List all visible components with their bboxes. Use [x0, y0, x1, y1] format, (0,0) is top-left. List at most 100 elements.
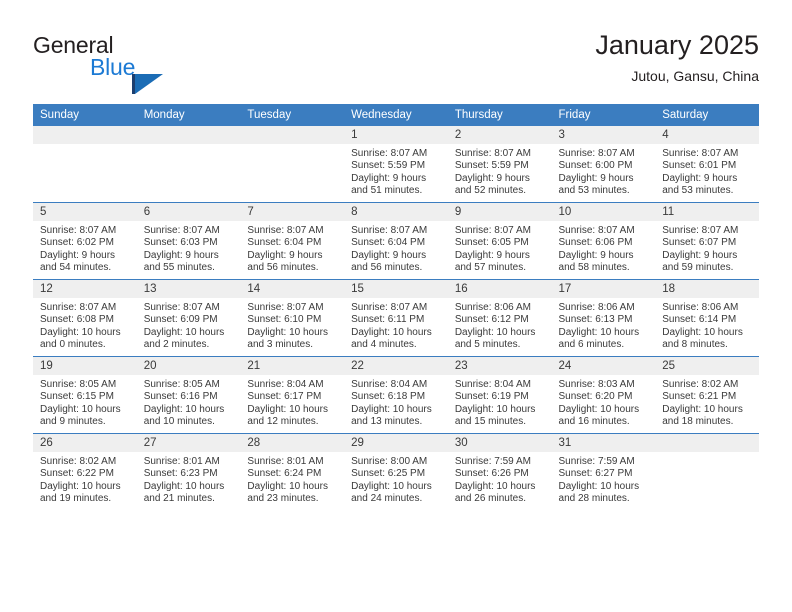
daylight-text-line1: Daylight: 10 hours	[143, 326, 225, 338]
daylight-text-line1: Daylight: 9 hours	[40, 249, 116, 261]
calendar-day-cell[interactable]: 14 Sunrise: 8:07 AM Sunset: 6:10 PM Dayligh…	[240, 279, 345, 357]
day-number: 31	[551, 434, 656, 452]
calendar-day-cell[interactable]: 6 Sunrise: 8:07 AM Sunset: 6:03 PM Daylight…	[136, 202, 241, 280]
calendar-day-cell[interactable]: 13 Sunrise: 8:07 AM Sunset: 6:09 PM Dayligh…	[136, 279, 241, 357]
day-details: Sunrise: 8:04 AM Sunset: 6:19 PM Daylight:…	[448, 375, 552, 429]
sunset-text: Sunset: 6:23 PM	[143, 468, 218, 480]
day-details: Sunrise: 8:03 AM Sunset: 6:20 PM Daylight:…	[552, 375, 656, 429]
calendar-day-cell[interactable]: 29 Sunrise: 8:00 AM Sunset: 6:25 PM Dayligh…	[344, 433, 448, 510]
calendar-day-cell[interactable]: 22 Sunrise: 8:04 AM Sunset: 6:18 PM Dayligh…	[344, 356, 448, 434]
sunrise-text: Sunrise: 7:59 AM	[454, 456, 531, 467]
daylight-text-line2: and 58 minutes.	[558, 262, 630, 274]
calendar-day-cell[interactable]: 30 Sunrise: 7:59 AM Sunset: 6:26 PM Dayligh…	[447, 433, 552, 510]
calendar-day-cell[interactable]: 28 Sunrise: 8:01 AM Sunset: 6:24 PM Dayligh…	[240, 433, 345, 510]
calendar-day-cell[interactable]: 16 Sunrise: 8:06 AM Sunset: 6:12 PM Dayligh…	[447, 279, 552, 357]
calendar-day-cell[interactable]: 17 Sunrise: 8:06 AM Sunset: 6:13 PM Dayligh…	[551, 279, 656, 357]
page-title: January 2025	[595, 30, 759, 60]
calendar-day-cell[interactable]: 3 Sunrise: 8:07 AM Sunset: 6:00 PM Daylight…	[551, 126, 656, 203]
calendar-day-cell[interactable]: 15 Sunrise: 8:07 AM Sunset: 6:11 PM Dayligh…	[344, 279, 448, 357]
day-number: 12	[33, 280, 137, 298]
calendar-day-cell[interactable]: 1 Sunrise: 8:07 AM Sunset: 5:59 PM Daylight…	[344, 126, 448, 203]
day-number: 26	[33, 434, 137, 452]
daylight-text-line2: and 55 minutes.	[143, 262, 215, 274]
calendar-day-cell[interactable]: 10 Sunrise: 8:07 AM Sunset: 6:06 PM Dayligh…	[551, 202, 656, 280]
calendar-day-cell[interactable]: 25 Sunrise: 8:02 AM Sunset: 6:21 PM Dayligh…	[655, 356, 759, 434]
daylight-text-line2: and 19 minutes.	[40, 493, 112, 505]
weekday-header-tuesday: Tuesday	[240, 104, 345, 126]
sunset-text: Sunset: 6:05 PM	[454, 237, 529, 249]
sunrise-text: Sunrise: 8:07 AM	[40, 302, 117, 313]
calendar-day-cell[interactable]: 12 Sunrise: 8:07 AM Sunset: 6:08 PM Dayligh…	[33, 279, 137, 357]
day-details: Sunrise: 8:07 AM Sunset: 6:09 PM Daylight:…	[137, 298, 241, 352]
day-details: Sunrise: 8:07 AM Sunset: 6:08 PM Daylight:…	[33, 298, 137, 352]
daylight-text-line1: Daylight: 10 hours	[454, 326, 536, 338]
day-number: 17	[551, 280, 656, 298]
day-details: Sunrise: 8:05 AM Sunset: 6:15 PM Daylight:…	[33, 375, 137, 429]
calendar-day-cell[interactable]: 20 Sunrise: 8:05 AM Sunset: 6:16 PM Dayligh…	[136, 356, 241, 434]
day-number	[655, 434, 759, 452]
day-number: 3	[551, 126, 656, 144]
calendar-day-cell[interactable]: 23 Sunrise: 8:04 AM Sunset: 6:19 PM Dayligh…	[447, 356, 552, 434]
daylight-text-line2: and 8 minutes.	[662, 339, 728, 351]
page-header: General Blue January 2025 Jutou, Gansu, …	[33, 28, 759, 98]
day-details: Sunrise: 8:07 AM Sunset: 6:11 PM Daylight:…	[344, 298, 448, 352]
calendar-day-cell[interactable]: 27 Sunrise: 8:01 AM Sunset: 6:23 PM Dayligh…	[136, 433, 241, 510]
day-number: 8	[344, 203, 448, 221]
sunrise-text: Sunrise: 8:02 AM	[40, 456, 117, 467]
daylight-text-line1: Daylight: 10 hours	[454, 403, 536, 415]
day-number: 2	[447, 126, 552, 144]
calendar-day-cell[interactable]: 21 Sunrise: 8:04 AM Sunset: 6:17 PM Dayligh…	[240, 356, 345, 434]
generalblue-logo[interactable]: General Blue	[33, 32, 293, 94]
daylight-text-line1: Daylight: 10 hours	[351, 480, 432, 492]
sunrise-text: Sunrise: 8:06 AM	[558, 302, 635, 313]
daylight-text-line1: Daylight: 9 hours	[143, 249, 219, 261]
daylight-text-line1: Daylight: 9 hours	[351, 249, 427, 261]
day-details: Sunrise: 8:02 AM Sunset: 6:22 PM Daylight:…	[33, 452, 137, 506]
sunrise-text: Sunrise: 7:59 AM	[558, 456, 635, 467]
title-block: January 2025 Jutou, Gansu, China	[595, 28, 759, 86]
sunrise-text: Sunrise: 8:06 AM	[454, 302, 531, 313]
day-details: Sunrise: 8:01 AM Sunset: 6:24 PM Daylight:…	[240, 452, 344, 506]
sunset-text: Sunset: 6:04 PM	[247, 237, 322, 249]
calendar-day-cell[interactable]: 4 Sunrise: 8:07 AM Sunset: 6:01 PM Daylight…	[655, 126, 759, 203]
daylight-text-line2: and 57 minutes.	[454, 262, 526, 274]
sunset-text: Sunset: 6:11 PM	[351, 314, 425, 326]
day-details: Sunrise: 8:07 AM Sunset: 6:05 PM Daylight:…	[448, 221, 552, 275]
calendar-day-cell[interactable]: 18 Sunrise: 8:06 AM Sunset: 6:14 PM Dayligh…	[655, 279, 759, 357]
day-number: 21	[240, 357, 345, 375]
day-number: 19	[33, 357, 137, 375]
day-number: 25	[655, 357, 759, 375]
daylight-text-line2: and 6 minutes.	[558, 339, 625, 351]
calendar-day-cell[interactable]: 8 Sunrise: 8:07 AM Sunset: 6:04 PM Daylight…	[344, 202, 448, 280]
day-details: Sunrise: 8:07 AM Sunset: 6:01 PM Daylight:…	[655, 144, 759, 198]
calendar-day-cell[interactable]: 5 Sunrise: 8:07 AM Sunset: 6:02 PM Daylight…	[33, 202, 137, 280]
calendar-day-cell[interactable]: 24 Sunrise: 8:03 AM Sunset: 6:20 PM Dayligh…	[551, 356, 656, 434]
day-details: Sunrise: 8:07 AM Sunset: 5:59 PM Daylight:…	[448, 144, 552, 198]
sunrise-text: Sunrise: 8:07 AM	[662, 148, 739, 159]
daylight-text-line2: and 56 minutes.	[247, 262, 319, 274]
sunrise-text: Sunrise: 8:07 AM	[454, 148, 531, 159]
calendar-day-cell[interactable]: 26 Sunrise: 8:02 AM Sunset: 6:22 PM Dayligh…	[33, 433, 137, 510]
location-subtitle: Jutou, Gansu, China	[631, 68, 759, 84]
sunrise-text: Sunrise: 8:07 AM	[662, 225, 739, 236]
calendar-day-cell[interactable]: 19 Sunrise: 8:05 AM Sunset: 6:15 PM Dayligh…	[33, 356, 137, 434]
sunset-text: Sunset: 6:21 PM	[662, 391, 737, 403]
day-number: 13	[136, 280, 241, 298]
calendar-day-cell[interactable]: 9 Sunrise: 8:07 AM Sunset: 6:05 PM Daylight…	[447, 202, 552, 280]
daylight-text-line2: and 2 minutes.	[143, 339, 210, 351]
sunset-text: Sunset: 6:04 PM	[351, 237, 426, 249]
daylight-text-line1: Daylight: 9 hours	[558, 249, 634, 261]
calendar-day-cell[interactable]: 31 Sunrise: 7:59 AM Sunset: 6:27 PM Dayligh…	[551, 433, 656, 510]
daylight-text-line1: Daylight: 10 hours	[454, 480, 536, 492]
calendar-day-cell[interactable]: 2 Sunrise: 8:07 AM Sunset: 5:59 PM Daylight…	[447, 126, 552, 203]
sunset-text: Sunset: 6:24 PM	[247, 468, 322, 480]
daylight-text-line1: Daylight: 10 hours	[247, 480, 329, 492]
calendar-week-row: 12 Sunrise: 8:07 AM Sunset: 6:08 PM Dayligh…	[33, 279, 759, 357]
sunrise-text: Sunrise: 8:07 AM	[558, 225, 635, 236]
calendar-day-cell[interactable]: 11 Sunrise: 8:07 AM Sunset: 6:07 PM Dayligh…	[655, 202, 759, 280]
sunset-text: Sunset: 6:08 PM	[40, 314, 114, 326]
daylight-text-line1: Daylight: 10 hours	[40, 403, 121, 415]
calendar-day-cell[interactable]: 7 Sunrise: 8:07 AM Sunset: 6:04 PM Daylight…	[240, 202, 345, 280]
calendar-cell-empty	[655, 433, 759, 510]
day-details: Sunrise: 8:07 AM Sunset: 6:03 PM Daylight:…	[137, 221, 241, 275]
